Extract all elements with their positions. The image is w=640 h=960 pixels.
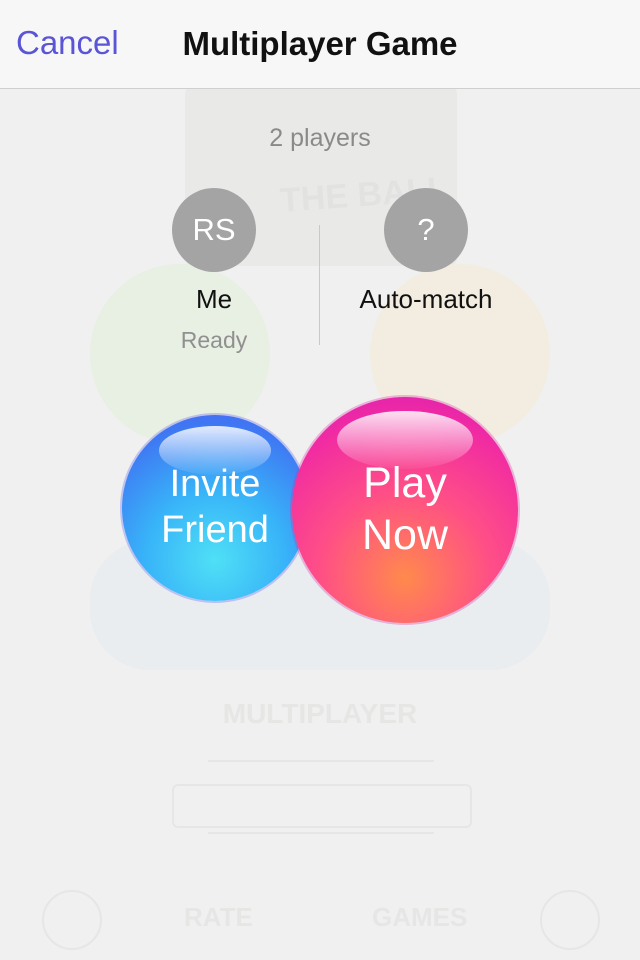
page-title: Multiplayer Game	[182, 25, 458, 62]
player-slot-me: RS Me Ready	[114, 188, 314, 354]
navigation-bar: Cancel Multiplayer Game	[0, 0, 640, 89]
play-now-label: Play Now	[362, 458, 448, 561]
player-status: Ready	[180, 327, 248, 353]
background-box	[172, 784, 472, 828]
background-round-left	[42, 890, 102, 950]
players-count: 2 players	[269, 124, 371, 152]
invite-label-line2: Friend	[161, 509, 269, 551]
player-slot-auto-match[interactable]: ? Auto-match	[326, 188, 526, 315]
multiplayer-screen: THE BALL MULTIPLAYER RATE GAMES Cancel M…	[0, 0, 640, 960]
background-divider-bottom	[208, 832, 434, 834]
play-label-line2: Now	[361, 511, 449, 559]
avatar: RS	[172, 188, 256, 272]
background-games-text: GAMES	[372, 902, 468, 932]
play-label-line1: Play	[363, 459, 447, 508]
play-now-button[interactable]: Play Now	[292, 397, 518, 623]
background-round-right	[540, 890, 600, 950]
player-divider	[319, 225, 320, 345]
background-mode-text: MULTIPLAYER	[222, 698, 418, 729]
background-rate-text: RATE	[184, 902, 253, 932]
avatar: ?	[384, 188, 468, 272]
invite-label-line1: Invite	[169, 463, 261, 506]
player-name: Me	[195, 284, 233, 314]
player-name: Auto-match	[359, 284, 493, 314]
invite-friend-label: Invite Friend	[161, 462, 269, 553]
background-divider-top	[208, 760, 434, 762]
invite-friend-button[interactable]: Invite Friend	[122, 415, 308, 601]
